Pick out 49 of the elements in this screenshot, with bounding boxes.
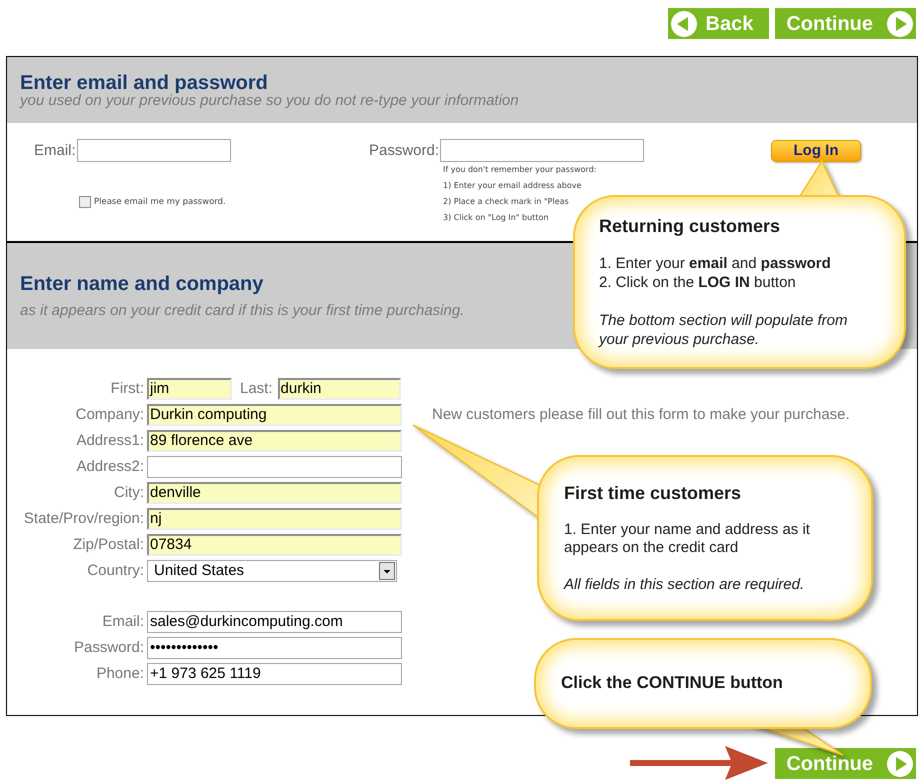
input-field[interactable]: durkin [278, 378, 401, 400]
section-subtitle: as it appears on your credit card if this is your first time purchasing. [20, 302, 464, 319]
callout-note: All fields in this section are required. [564, 576, 806, 594]
input-field[interactable] [440, 139, 644, 162]
field-label: Company: [76, 405, 144, 425]
callout-note: The bottom section will populate from your previous purchase. [599, 311, 848, 349]
input-field[interactable]: Durkin computing [147, 404, 402, 426]
field-label: Email: [102, 612, 144, 632]
section-subtitle: you used on your previous purchase so you do not re-type your information [20, 92, 519, 109]
field-label: Password: [74, 638, 144, 658]
field-label: City: [114, 483, 144, 503]
field-label: Email: [34, 142, 76, 160]
field-label: Zip/Postal: [73, 535, 144, 555]
caret-icon [379, 562, 395, 580]
input-field[interactable]: denville [147, 482, 402, 504]
field-label: Country: [87, 561, 144, 581]
callout-title: First time customers [564, 482, 742, 504]
input-field[interactable]: 89 florence ave [147, 430, 402, 452]
callout-step: 1. Enter your email and password [599, 254, 831, 273]
section-title: Enter email and password [20, 72, 268, 94]
input-field[interactable] [147, 456, 402, 478]
input-field[interactable]: jim [147, 378, 232, 400]
input-field[interactable]: sales@durkincomputing.com [147, 611, 402, 633]
callout-title: Click the CONTINUE button [561, 672, 783, 694]
field-label: State/Prov/region: [24, 509, 144, 529]
input-field[interactable]: 07834 [147, 534, 402, 556]
field-label: Address2: [76, 457, 144, 477]
field-label: Address1: [76, 431, 144, 451]
checkbox-label: Please email me my password. [94, 196, 226, 208]
log-in-button[interactable]: Log In [771, 140, 861, 162]
field-label: Password: [369, 142, 440, 160]
input-field[interactable]: +1 973 625 1119 [147, 663, 402, 685]
callout-step: 2. Click on the LOG IN button [599, 273, 796, 292]
form-note: New customers please fill out this form to make your purchase. [432, 405, 850, 425]
field-label: First: [110, 379, 144, 399]
callout-step: 1. Enter your name and address as it appears on the credit card [564, 521, 826, 557]
field-label: Phone: [96, 664, 144, 684]
hint-text: 3) Click on "Log In" button [443, 212, 548, 224]
hint-text: 2) Place a check mark in "Pleas [443, 196, 569, 208]
password-field[interactable]: ••••••••••••• [147, 637, 402, 659]
hint-text: If you don't remember your password: [443, 164, 596, 176]
callout-title: Returning customers [599, 215, 780, 237]
input-field[interactable]: nj [147, 508, 402, 530]
section-title: Enter name and company [20, 273, 264, 295]
checkbox[interactable] [79, 196, 91, 208]
hint-text: 1) Enter your email address above [443, 180, 582, 192]
input-field[interactable] [76, 139, 231, 162]
dropdown-field[interactable]: United States [147, 560, 397, 582]
field-label: Last: [240, 379, 273, 399]
